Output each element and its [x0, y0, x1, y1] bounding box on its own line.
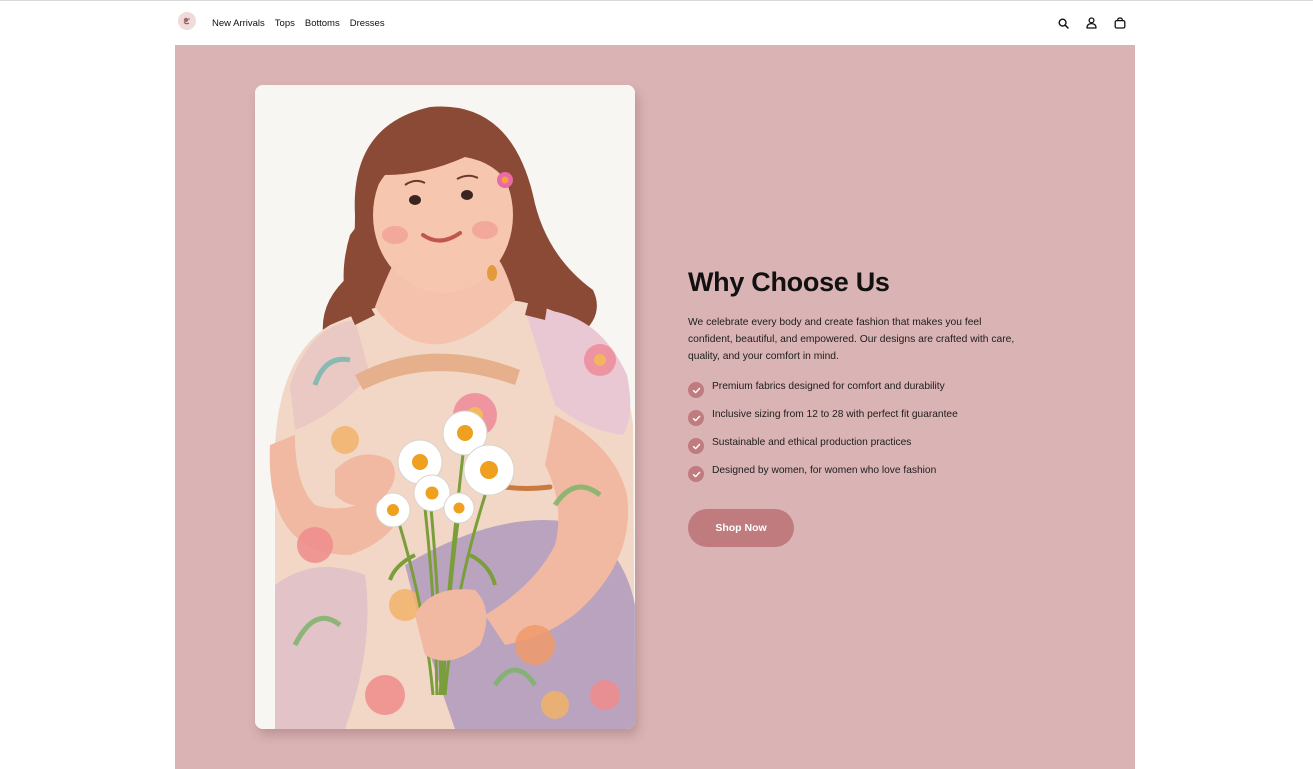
main-nav: New Arrivals Tops Bottoms Dresses	[212, 1, 395, 45]
feature-text: Inclusive sizing from 12 to 28 with perf…	[712, 409, 958, 420]
feature-item: Inclusive sizing from 12 to 28 with perf…	[688, 407, 1028, 435]
brand-logo[interactable]	[178, 12, 196, 30]
logo-mark-icon	[183, 17, 190, 25]
nav-bottoms[interactable]: Bottoms	[305, 18, 340, 29]
woman-with-daisies-illustration	[255, 85, 635, 729]
nav-dresses[interactable]: Dresses	[350, 18, 385, 29]
check-icon	[688, 466, 704, 482]
user-icon[interactable]	[1085, 17, 1098, 30]
why-choose-us-content: Why Choose Us We celebrate every body an…	[688, 264, 1028, 547]
feature-item: Designed by women, for women who love fa…	[688, 463, 1028, 491]
site-header: New Arrivals Tops Bottoms Dresses	[175, 1, 1135, 45]
header-actions	[1042, 1, 1126, 45]
check-icon	[688, 410, 704, 426]
nav-tops[interactable]: Tops	[275, 18, 295, 29]
shop-now-button[interactable]: Shop Now	[688, 509, 794, 547]
check-icon	[688, 438, 704, 454]
nav-new-arrivals[interactable]: New Arrivals	[212, 18, 265, 29]
section-title: Why Choose Us	[688, 267, 890, 297]
feature-text: Sustainable and ethical production pract…	[712, 437, 912, 448]
feature-item: Sustainable and ethical production pract…	[688, 435, 1028, 463]
hero-illustration	[255, 85, 635, 729]
feature-list: Premium fabrics designed for comfort and…	[688, 379, 1028, 491]
search-icon[interactable]	[1057, 17, 1070, 30]
section-description: We celebrate every body and create fashi…	[688, 317, 1015, 362]
feature-item: Premium fabrics designed for comfort and…	[688, 379, 1028, 407]
feature-text: Premium fabrics designed for comfort and…	[712, 381, 945, 392]
why-choose-us-section: Why Choose Us We celebrate every body an…	[175, 45, 1135, 769]
check-icon	[688, 382, 704, 398]
shopping-bag-icon[interactable]	[1113, 17, 1126, 30]
feature-text: Designed by women, for women who love fa…	[712, 465, 937, 476]
